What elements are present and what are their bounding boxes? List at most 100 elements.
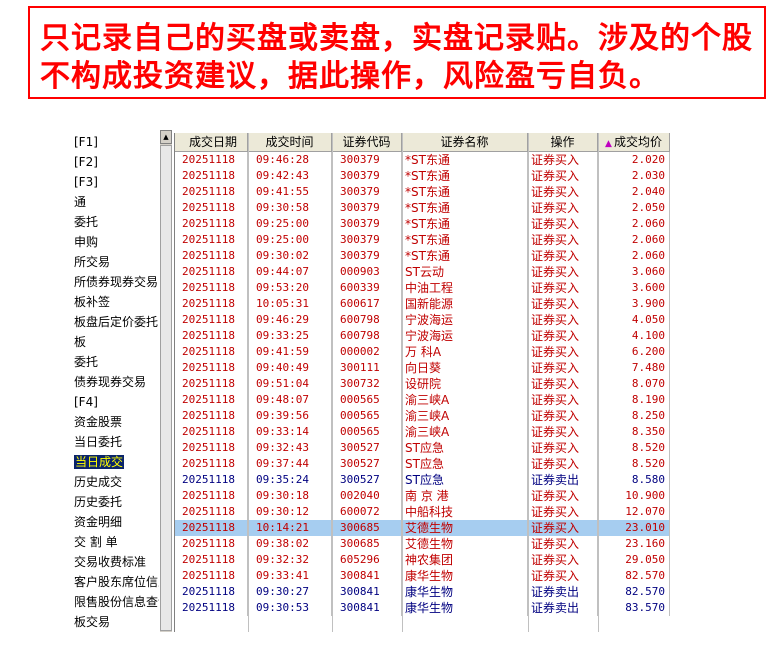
table-row[interactable]: 20251118 09:25:00 300379 *ST东通 证券买入 2.060 bbox=[175, 232, 670, 248]
operation-cell: 证券卖出 bbox=[528, 472, 598, 488]
table-row[interactable]: 20251118 09:30:12 600072 中船科技 证券买入 12.070 bbox=[175, 504, 670, 520]
security-code-cell: 600339 bbox=[332, 280, 402, 296]
table-row[interactable]: 20251118 09:39:56 000565 渝三峡A 证券买入 8.250 bbox=[175, 408, 670, 424]
sidebar-item[interactable]: 历史成交 bbox=[68, 472, 159, 492]
table-row[interactable]: 20251118 09:53:20 600339 中油工程 证券买入 3.600 bbox=[175, 280, 670, 296]
sidebar-item[interactable]: 申购 bbox=[68, 232, 159, 252]
sidebar-item-label: [F4] bbox=[74, 395, 98, 409]
table-row[interactable]: 20251118 09:30:53 300841 康华生物 证券卖出 83.570 bbox=[175, 600, 670, 616]
operation-cell: 证券买入 bbox=[528, 344, 598, 360]
table-row[interactable]: 20251118 09:51:04 300732 设研院 证券买入 8.070 bbox=[175, 376, 670, 392]
trade-time-cell: 09:40:49 bbox=[248, 360, 332, 376]
table-row[interactable]: 20251118 09:30:58 300379 *ST东通 证券买入 2.050 bbox=[175, 200, 670, 216]
security-code-cell: 600798 bbox=[332, 328, 402, 344]
sidebar-item[interactable]: [F2] bbox=[68, 152, 159, 172]
sidebar-item[interactable]: 债券现券交易 bbox=[68, 372, 159, 392]
operation-cell: 证券买入 bbox=[528, 504, 598, 520]
sidebar-item[interactable]: 委托 bbox=[68, 212, 159, 232]
security-code-cell: 300379 bbox=[332, 168, 402, 184]
sidebar-item[interactable]: 交易收费标准 bbox=[68, 552, 159, 572]
header-security-code[interactable]: 证券代码 bbox=[332, 133, 402, 151]
security-name-cell: ST应急 bbox=[402, 472, 528, 488]
header-operation[interactable]: 操作 bbox=[528, 133, 598, 151]
trade-date-cell: 20251118 bbox=[179, 312, 248, 328]
sidebar-item[interactable]: 板 bbox=[68, 332, 159, 352]
table-row[interactable]: 20251118 09:46:28 300379 *ST东通 证券买入 2.020 bbox=[175, 152, 670, 168]
table-row[interactable]: 20251118 09:32:32 605296 神农集团 证券买入 29.050 bbox=[175, 552, 670, 568]
table-row[interactable]: 20251118 10:14:21 300685 艾德生物 证券买入 23.010 bbox=[175, 520, 670, 536]
operation-cell: 证券买入 bbox=[528, 328, 598, 344]
trade-date-cell: 20251118 bbox=[179, 408, 248, 424]
security-name-cell: 渝三峡A bbox=[402, 424, 528, 440]
security-name-cell: 神农集团 bbox=[402, 552, 528, 568]
table-row[interactable]: 20251118 09:30:02 300379 *ST东通 证券买入 2.060 bbox=[175, 248, 670, 264]
table-row[interactable]: 20251118 09:33:14 000565 渝三峡A 证券买入 8.350 bbox=[175, 424, 670, 440]
operation-cell: 证券买入 bbox=[528, 552, 598, 568]
avg-price-cell: 2.060 bbox=[598, 232, 670, 248]
table-row[interactable]: 20251118 09:37:44 300527 ST应急 证券买入 8.520 bbox=[175, 456, 670, 472]
sidebar-item-label: 板 bbox=[74, 335, 87, 349]
scroll-up-button[interactable]: ▲ bbox=[160, 130, 172, 144]
sidebar-item[interactable]: 客户股东席位信息 bbox=[68, 572, 159, 592]
trade-date-cell: 20251118 bbox=[179, 504, 248, 520]
header-security-name[interactable]: 证券名称 bbox=[402, 133, 528, 151]
header-avg-price[interactable]: ▲ 成交均价 bbox=[598, 133, 670, 151]
operation-cell: 证券买入 bbox=[528, 312, 598, 328]
table-row[interactable]: 20251118 09:38:02 300685 艾德生物 证券买入 23.160 bbox=[175, 536, 670, 552]
header-trade-time[interactable]: 成交时间 bbox=[248, 133, 332, 151]
table-row[interactable]: 20251118 09:42:43 300379 *ST东通 证券买入 2.030 bbox=[175, 168, 670, 184]
table-row[interactable]: 20251118 09:25:00 300379 *ST东通 证券买入 2.060 bbox=[175, 216, 670, 232]
avg-price-cell: 2.020 bbox=[598, 152, 670, 168]
table-row[interactable]: 20251118 09:33:25 600798 宁波海运 证券买入 4.100 bbox=[175, 328, 670, 344]
security-name-cell: 中船科技 bbox=[402, 504, 528, 520]
table-row[interactable]: 20251118 09:46:29 600798 宁波海运 证券买入 4.050 bbox=[175, 312, 670, 328]
table-row[interactable]: 20251118 10:05:31 600617 国新能源 证券买入 3.900 bbox=[175, 296, 670, 312]
operation-cell: 证券买入 bbox=[528, 248, 598, 264]
sidebar-item[interactable]: [F4] bbox=[68, 392, 159, 412]
sidebar-item-label: 所交易 bbox=[74, 255, 111, 269]
sidebar-scrollbar[interactable]: ▲ bbox=[160, 130, 172, 632]
function-tree[interactable]: [F1] [F2] [F3] 通委托 申购 所交易 所债券现券交易 板补签 板盘后定价委托板委托… bbox=[68, 130, 172, 632]
sidebar-item[interactable]: 资金股票 bbox=[68, 412, 159, 432]
table-row[interactable]: 20251118 09:30:18 002040 南 京 港证券买入 10.900 bbox=[175, 488, 670, 504]
table-row[interactable]: 20251118 09:32:43 300527 ST应急 证券买入 8.520 bbox=[175, 440, 670, 456]
security-code-cell: 300527 bbox=[332, 456, 402, 472]
operation-cell: 证券买入 bbox=[528, 408, 598, 424]
trade-date-cell: 20251118 bbox=[179, 360, 248, 376]
sidebar-item-label: 板补签 bbox=[74, 295, 111, 309]
sidebar-item[interactable]: 历史委托 bbox=[68, 492, 159, 512]
sidebar-item[interactable]: 当日成交 bbox=[68, 452, 159, 472]
sidebar-item[interactable]: 当日委托 bbox=[68, 432, 159, 452]
table-row[interactable]: 20251118 09:40:49 300111 向日葵 证券买入 7.480 bbox=[175, 360, 670, 376]
avg-price-cell: 82.570 bbox=[598, 584, 670, 600]
sidebar-item[interactable]: [F1] bbox=[68, 132, 159, 152]
trade-date-cell: 20251118 bbox=[179, 184, 248, 200]
security-code-cell: 000565 bbox=[332, 392, 402, 408]
sidebar-item-label: 交易收费标准 bbox=[74, 555, 147, 569]
sidebar-item[interactable]: [F3] bbox=[68, 172, 159, 192]
today-trades-grid[interactable]: 成交日期 成交时间 证券代码 证券名称 操作 ▲ 成交均价 20251118 09:… bbox=[174, 133, 670, 632]
table-row[interactable]: 20251118 09:33:41 300841 康华生物 证券买入 82.570 bbox=[175, 568, 670, 584]
header-trade-date[interactable]: 成交日期 bbox=[179, 133, 248, 151]
scroll-thumb[interactable] bbox=[160, 145, 172, 631]
sidebar-item[interactable]: 板盘后定价委托 bbox=[68, 312, 159, 332]
table-row[interactable]: 20251118 09:35:24 300527 ST应急 证券卖出 8.580 bbox=[175, 472, 670, 488]
operation-cell: 证券买入 bbox=[528, 456, 598, 472]
table-row[interactable]: 20251118 09:41:55 300379 *ST东通 证券买入 2.040 bbox=[175, 184, 670, 200]
sidebar-item[interactable]: 交 割 单 bbox=[68, 532, 159, 552]
sidebar-item[interactable]: 通 bbox=[68, 192, 159, 212]
sidebar-item[interactable]: 板交易 bbox=[68, 612, 159, 632]
sidebar-item[interactable]: 所债券现券交易 bbox=[68, 272, 159, 292]
table-row[interactable]: 20251118 09:44:07 000903 ST云动 证券买入 3.060 bbox=[175, 264, 670, 280]
sidebar-item[interactable]: 委托 bbox=[68, 352, 159, 372]
trade-date-cell: 20251118 bbox=[179, 248, 248, 264]
trade-date-cell: 20251118 bbox=[179, 264, 248, 280]
sidebar-item[interactable]: 板补签 bbox=[68, 292, 159, 312]
sidebar-item[interactable]: 所交易 bbox=[68, 252, 159, 272]
sidebar-item[interactable]: 资金明细 bbox=[68, 512, 159, 532]
table-row[interactable]: 20251118 09:41:59 000002 万 科A 证券买入 6.200 bbox=[175, 344, 670, 360]
trade-date-cell: 20251118 bbox=[179, 232, 248, 248]
table-row[interactable]: 20251118 09:30:27 300841 康华生物 证券卖出 82.570 bbox=[175, 584, 670, 600]
sidebar-item[interactable]: 限售股份信息查询 bbox=[68, 592, 159, 612]
table-row[interactable]: 20251118 09:48:07 000565 渝三峡A 证券买入 8.190 bbox=[175, 392, 670, 408]
